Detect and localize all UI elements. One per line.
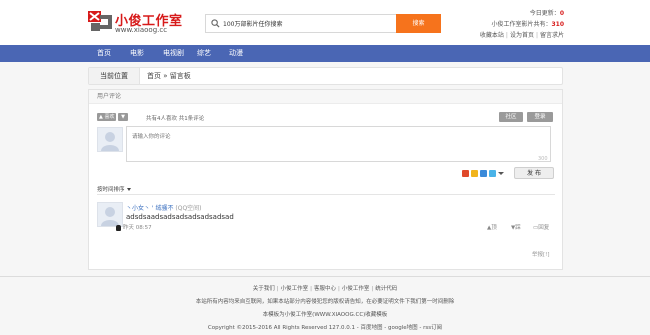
footer-divider (0, 276, 650, 277)
footer-copyright: Copyright ©2015-2016 All Rights Reserved… (207, 325, 443, 331)
divider (97, 194, 555, 195)
like-button[interactable]: ▲ 喜欢 (97, 113, 117, 121)
footer-disclaimer: 本站所有内容均来自互联网，如果本站部分内容侵犯您的版权请告知，在必要证明文件下我… (195, 299, 455, 305)
footer-link-studio-2[interactable]: 小俊工作室 (342, 286, 370, 292)
qq-penguin-icon (116, 224, 121, 231)
thumbs-down-icon: ▼ (121, 114, 125, 120)
site-logo[interactable]: 小俊工作室 www.xiaoog.cc (88, 9, 182, 37)
nav-item-variety[interactable]: 综艺 (197, 45, 211, 62)
today-updates: 今日更新：0 (529, 10, 564, 17)
comment-source: (QQ空间) (175, 205, 202, 212)
main-nav: 首页 电影 电视剧 综艺 动漫 (0, 45, 650, 62)
brand-url: www.xiaoog.cc (115, 26, 168, 34)
nav-item-movies[interactable]: 电影 (130, 45, 144, 62)
footer-template-note: 本模板为小俊工作室(WWW.XIAOOG.CC)收藏模板 (262, 312, 388, 318)
logo-mark-icon (88, 11, 112, 31)
search-icon (211, 19, 220, 28)
user-avatar-icon (101, 132, 119, 151)
breadcrumb-title: 当前位置 (89, 68, 140, 84)
site-stats: 今日更新：0 小俊工作室影片共有：310 收藏本站 | 设为首页 | 留言求片 (480, 8, 564, 41)
breadcrumb: 当前位置 首页 » 留言板 (88, 67, 563, 85)
tencent-weibo-icon[interactable] (480, 170, 487, 177)
login-button[interactable]: 登录 (527, 112, 553, 122)
footer: 关于我们 | 小俊工作室 | 客服中心 | 小俊工作室 | 统计代码 本站所有内容均来自互联网，… (0, 283, 650, 335)
comment-meta: 昨天 08:57 (116, 223, 152, 231)
community-button[interactable]: 社区 (499, 112, 523, 122)
comment-time: 昨天 08:57 (123, 225, 152, 231)
comment-body: adsdsaadsadsadsadsadsadsad (126, 213, 234, 221)
sort-dropdown[interactable]: 按时间排序 (97, 185, 131, 193)
thumbs-up-icon: ▲ (99, 114, 103, 120)
dislike-button[interactable]: ▼ (118, 113, 128, 121)
total-videos: 小俊工作室影片共有：310 (491, 21, 564, 28)
nav-item-tv[interactable]: 电视剧 (163, 45, 184, 62)
header-links: 收藏本站 | 设为首页 | 留言求片 (479, 32, 564, 39)
comments-panel: 用户评论 ▲ 喜欢 ▼ 共有4人喜欢 共1条评论 社区 登录 300 发 布 按… (88, 89, 563, 270)
report-link[interactable]: 举报[!] (532, 250, 550, 258)
breadcrumb-path[interactable]: 首页 » 留言板 (147, 68, 191, 84)
footer-link-studio[interactable]: 小俊工作室 (281, 286, 309, 292)
caret-down-icon (126, 188, 131, 191)
comment-username[interactable]: 丶小女丶 ' 绒骚不 (126, 205, 173, 212)
bookmark-link[interactable]: 收藏本站 (480, 32, 504, 39)
search-button[interactable]: 搜索 (396, 14, 441, 33)
publish-button[interactable]: 发 布 (514, 167, 554, 179)
footer-link-stats[interactable]: 统计代码 (375, 286, 397, 292)
share-dropdown-icon[interactable] (498, 172, 504, 175)
footer-links: 关于我们 | 小俊工作室 | 客服中心 | 小俊工作室 | 统计代码 (252, 286, 398, 292)
header: 小俊工作室 www.xiaoog.cc 搜索 今日更新：0 小俊工作室影片共有：… (0, 0, 650, 45)
char-count: 300 (538, 156, 548, 162)
nav-item-anime[interactable]: 动漫 (229, 45, 243, 62)
nav-item-home[interactable]: 首页 (97, 45, 111, 62)
reply-button[interactable]: ▭回复 (533, 223, 549, 231)
avatar (97, 127, 123, 152)
upvote-button[interactable]: ▲顶 (487, 223, 497, 231)
comment-author: 丶小女丶 ' 绒骚不 (QQ空间) (126, 203, 202, 212)
search-input[interactable] (223, 15, 393, 32)
set-homepage-link[interactable]: 设为首页 (510, 32, 534, 39)
vote-stats: 共有4人喜欢 共1条评论 (146, 116, 205, 122)
comment-input[interactable] (126, 126, 551, 162)
search-bar: 搜索 (205, 14, 441, 33)
weibo-icon[interactable] (462, 170, 469, 177)
request-movie-link[interactable]: 留言求片 (540, 32, 564, 39)
comments-header: 用户评论 (89, 90, 562, 104)
footer-link-service[interactable]: 客服中心 (314, 286, 336, 292)
qzone-icon[interactable] (471, 170, 478, 177)
qq-icon[interactable] (489, 170, 496, 177)
downvote-button[interactable]: ▼踩 (511, 223, 521, 231)
footer-link-about[interactable]: 关于我们 (253, 286, 275, 292)
